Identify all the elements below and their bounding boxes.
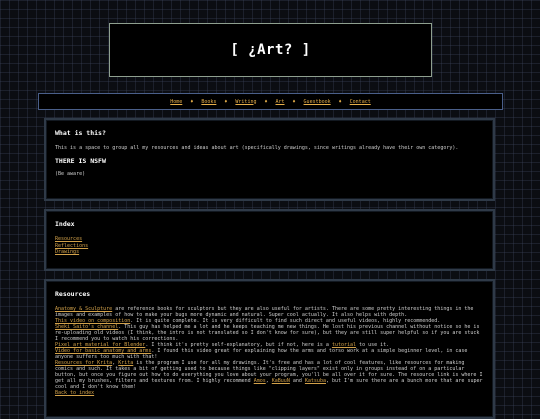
nav-books-link[interactable]: Books bbox=[201, 99, 216, 105]
resources-paragraph: Anatomy & Sculpture are reference books … bbox=[55, 306, 483, 396]
nav-guestbook-link[interactable]: Guestbook bbox=[304, 99, 331, 105]
about-text: This is a space to group all my resource… bbox=[55, 145, 459, 151]
nav-separator-icon: ♦ bbox=[224, 98, 228, 105]
back-to-index-link[interactable]: Back to index bbox=[55, 390, 94, 396]
krita-text-b: and bbox=[289, 378, 305, 384]
resources-panel: Resources Anatomy & Sculpture are refere… bbox=[44, 279, 495, 419]
nav-separator-icon: ♦ bbox=[338, 98, 342, 105]
nav-separator-icon: ♦ bbox=[292, 98, 296, 105]
kabuun-link[interactable]: KaBuuN bbox=[272, 378, 290, 384]
about-heading: What is this? bbox=[55, 129, 106, 137]
index-panel: Index Resources Reflections Drawings bbox=[44, 209, 495, 271]
nav-separator-icon: ♦ bbox=[190, 98, 194, 105]
resources-heading: Resources bbox=[55, 290, 91, 298]
nsfw-note: (Be aware) bbox=[55, 171, 86, 177]
nav-contact-link[interactable]: Contact bbox=[350, 99, 371, 105]
katsuba-link[interactable]: Katsuba bbox=[305, 378, 326, 384]
index-heading: Index bbox=[55, 220, 75, 228]
nav-home-link[interactable]: Home bbox=[170, 99, 182, 105]
site-title: [ ¿Art? ] bbox=[230, 42, 311, 58]
about-panel: What is this? This is a space to group a… bbox=[44, 118, 495, 201]
nav-art-link[interactable]: Art bbox=[276, 99, 285, 105]
nsfw-heading: THERE IS NSFW bbox=[55, 157, 106, 165]
saito-text: . This guy has helped me a lot and he ke… bbox=[55, 324, 480, 342]
anatomy-text: are reference books for sculptors but th… bbox=[55, 306, 474, 318]
nav-writing-link[interactable]: Writing bbox=[235, 99, 256, 105]
index-link-drawings[interactable]: Drawings bbox=[55, 249, 484, 256]
top-nav: Home ♦ Books ♦ Writing ♦ Art ♦ Guestbook… bbox=[38, 93, 503, 110]
amos-link[interactable]: Amos bbox=[254, 378, 266, 384]
nav-separator-icon: ♦ bbox=[264, 98, 268, 105]
site-header: [ ¿Art? ] bbox=[109, 23, 432, 77]
